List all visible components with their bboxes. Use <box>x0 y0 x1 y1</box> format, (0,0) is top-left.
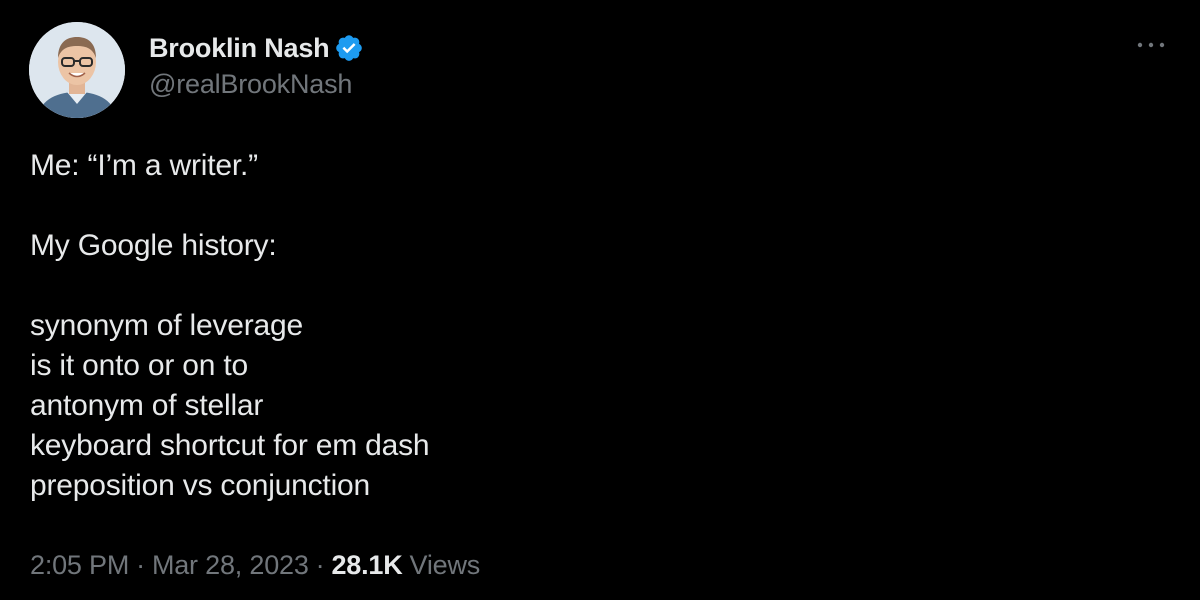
tweet-header: Brooklin Nash @realBrookNash <box>29 22 1171 120</box>
tweet-line: antonym of stellar <box>30 389 264 422</box>
tweet-text: Me: “I’m a writer.” My Google history: s… <box>30 146 1130 506</box>
more-horizontal-icon <box>1137 42 1165 48</box>
verified-badge-icon[interactable] <box>334 33 364 63</box>
tweet-line: preposition vs conjunction <box>30 469 371 502</box>
tweet-meta: 2:05 PM · Mar 28, 2023 · 28.1K Views <box>30 545 480 585</box>
tweet-date[interactable]: Mar 28, 2023 <box>152 550 309 581</box>
tweet-line: synonym of leverage <box>30 309 304 342</box>
tweet-line: My Google history: <box>30 229 277 262</box>
avatar[interactable] <box>29 22 125 118</box>
meta-separator: · <box>315 549 325 580</box>
views-count[interactable]: 28.1K <box>331 550 402 581</box>
tweet-line: is it onto or on to <box>30 349 248 382</box>
display-name[interactable]: Brooklin Nash <box>149 33 330 64</box>
more-options-button[interactable] <box>1131 30 1171 60</box>
meta-separator: · <box>136 549 145 580</box>
handle[interactable]: @realBrookNash <box>149 69 364 100</box>
author-names: Brooklin Nash @realBrookNash <box>149 30 364 100</box>
tweet-line: Me: “I’m a writer.” <box>30 149 258 182</box>
tweet-time[interactable]: 2:05 PM <box>30 550 129 581</box>
views-label: Views <box>409 549 481 580</box>
name-row: Brooklin Nash <box>149 30 364 66</box>
tweet-line: keyboard shortcut for em dash <box>30 429 430 462</box>
tweet-card: Brooklin Nash @realBrookNash Me: “I’m a … <box>0 0 1200 600</box>
avatar-image <box>29 22 125 118</box>
